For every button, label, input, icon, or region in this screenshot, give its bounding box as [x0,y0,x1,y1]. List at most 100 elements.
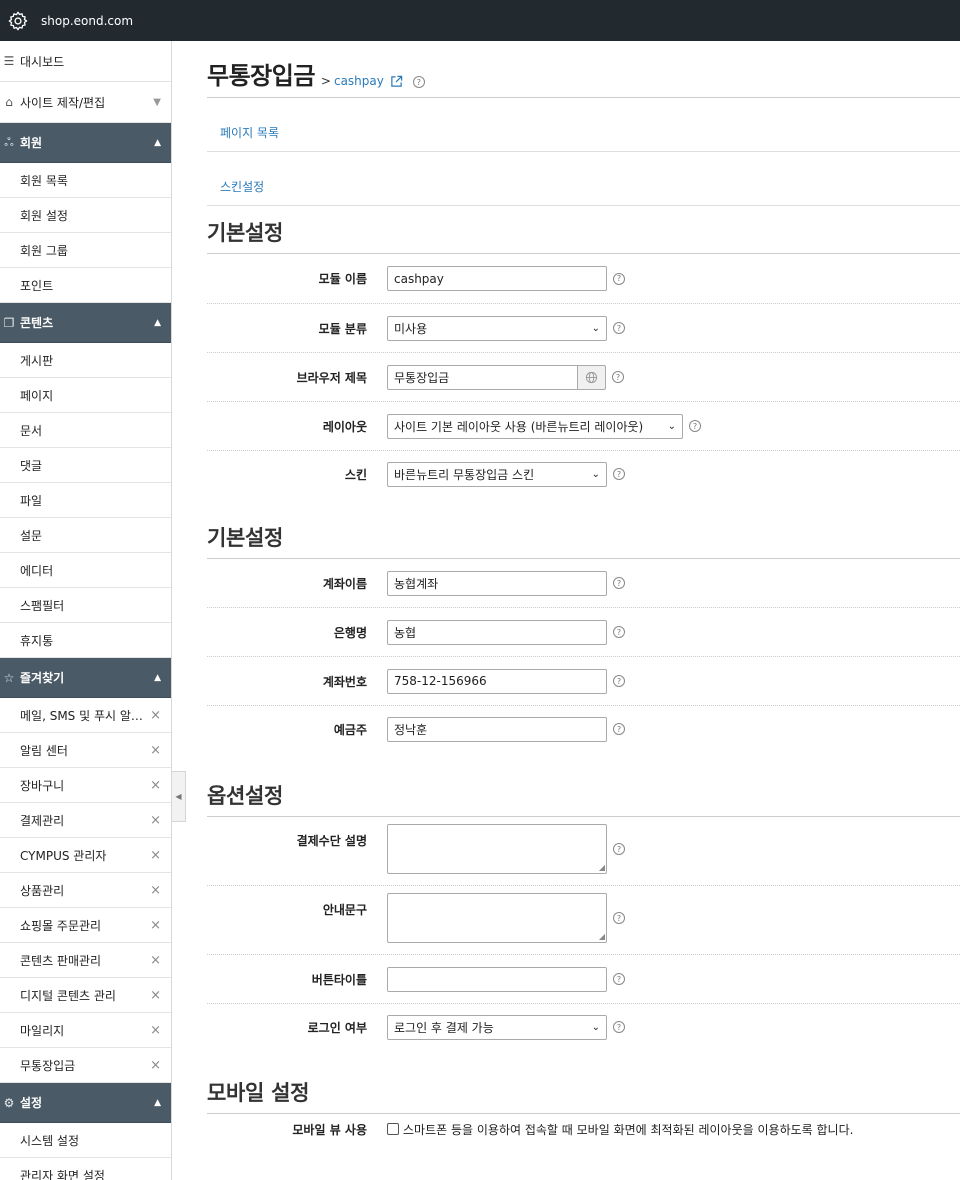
sidebar-item-system-settings[interactable]: 시스템 설정 [0,1123,171,1158]
chevron-down-icon: ⌄ [591,1021,600,1033]
sidebar-group-label: 설정 [20,1096,43,1110]
close-icon[interactable]: × [150,813,161,828]
close-icon[interactable]: × [150,1023,161,1038]
sidebar-item-site-edit[interactable]: ⌂ 사이트 제작/편집 ▼ [0,82,171,123]
page-list-link[interactable]: 페이지 목록 [220,124,279,141]
help-icon[interactable]: ? [613,723,625,735]
help-icon[interactable]: ? [689,420,701,432]
close-icon[interactable]: × [150,778,161,793]
account-name-input[interactable]: 농협계좌 [387,570,607,596]
sidebar-item-dashboard[interactable]: ☰ 대시보드 [0,41,171,82]
sidebar-item-orders[interactable]: 쇼핑몰 주문관리 × [0,908,171,943]
account-number-input[interactable]: 758-12-156966 [387,668,607,694]
sidebar-item-page[interactable]: 페이지 [0,378,171,413]
sidebar-group-label: 회원 [20,136,43,150]
guide-text-textarea[interactable]: ◢ [387,893,607,943]
close-icon[interactable]: × [150,848,161,863]
help-icon[interactable]: ? [613,626,625,638]
close-icon[interactable]: × [150,883,161,898]
sidebar-group-favorites[interactable]: ☆ 즐겨찾기 ▲ [0,658,171,698]
resize-grip-icon[interactable]: ◢ [599,863,605,872]
close-icon[interactable]: × [150,953,161,968]
help-icon[interactable]: ? [613,675,625,687]
sidebar: ☰ 대시보드 ⌂ 사이트 제작/편집 ▼ ஃ 회원 ▲ 회원 목록 회원 설정 … [0,41,172,1180]
form-row-layout: 레이아웃 사이트 기본 레이아웃 사용 (바른뉴트리 레이아웃) ⌄ ? [207,402,960,451]
help-icon[interactable]: ? [613,973,625,985]
field-label: 버튼타이틀 [311,972,367,987]
sidebar-item-payment[interactable]: 결제관리 × [0,803,171,838]
help-icon[interactable]: ? [613,468,625,480]
sidebar-item-label: 게시판 [20,353,54,368]
mobile-view-checkbox[interactable] [387,1123,399,1135]
close-icon[interactable]: × [150,988,161,1003]
sidebar-item-member-settings[interactable]: 회원 설정 [0,198,171,233]
account-holder-input[interactable]: 정낙훈 [387,716,607,742]
sidebar-item-member-list[interactable]: 회원 목록 [0,163,171,198]
sidebar-item-cashpay[interactable]: 무통장입금 × [0,1048,171,1083]
gear-icon: ⚙ [3,1095,15,1110]
skin-settings-link[interactable]: 스킨설정 [220,178,264,195]
sidebar-item-trash[interactable]: 휴지통 [0,623,171,658]
field-label: 브라우저 제목 [296,370,367,385]
close-icon[interactable]: × [150,743,161,758]
help-icon[interactable]: ? [613,843,625,855]
sidebar-item-editor[interactable]: 에디터 [0,553,171,588]
help-icon[interactable]: ? [412,76,425,88]
sidebar-group-members[interactable]: ஃ 회원 ▲ [0,123,171,163]
field-label: 스킨 [344,467,367,482]
sidebar-item-cart[interactable]: 장바구니 × [0,768,171,803]
sidebar-item-member-group[interactable]: 회원 그룹 [0,233,171,268]
sidebar-item-board[interactable]: 게시판 [0,343,171,378]
close-icon[interactable]: × [150,1058,161,1073]
sidebar-item-label: 사이트 제작/편집 [20,95,106,110]
copy-icon: ❐ [3,315,15,330]
sidebar-item-admin-settings[interactable]: 관리자 화면 설정 [0,1158,171,1180]
button-title-input[interactable] [387,966,607,992]
sidebar-item-mileage[interactable]: 마일리지 × [0,1013,171,1048]
sidebar-item-spamfilter[interactable]: 스팸필터 [0,588,171,623]
sidebar-item-notification[interactable]: 메일, SMS 및 푸시 알림 관리 × [0,698,171,733]
sidebar-item-cympus[interactable]: CYMPUS 관리자 × [0,838,171,873]
help-icon[interactable]: ? [613,322,625,334]
sidebar-item-digital-content[interactable]: 디지털 콘텐츠 관리 × [0,978,171,1013]
form-row-mobile-view: 모바일 뷰 사용 스마트폰 등을 이용하여 접속할 때 모바일 화면에 최적화된… [207,1114,960,1144]
module-category-select[interactable]: 미사용 ⌄ [387,315,607,341]
sidebar-item-file[interactable]: 파일 [0,483,171,518]
gear-icon[interactable] [7,10,29,32]
field-label: 안내문구 [322,903,367,917]
language-button[interactable] [578,364,606,390]
sidebar-group-contents[interactable]: ❐ 콘텐츠 ▲ [0,303,171,343]
payment-description-textarea[interactable]: ◢ [387,824,607,874]
help-icon[interactable]: ? [613,1021,625,1033]
sidebar-item-point[interactable]: 포인트 [0,268,171,303]
sidebar-collapse-button[interactable]: ◀ [172,771,186,822]
help-icon[interactable]: ? [612,371,624,383]
external-link-icon[interactable] [390,75,403,88]
close-icon[interactable]: × [150,918,161,933]
sidebar-item-content-sales[interactable]: 콘텐츠 판매관리 × [0,943,171,978]
bank-name-input[interactable]: 농협 [387,619,607,645]
close-icon[interactable]: × [150,708,161,723]
resize-grip-icon[interactable]: ◢ [599,932,605,941]
globe-icon [585,371,598,383]
form-row-module-category: 모듈 분류 미사용 ⌄ ? [207,304,960,353]
field-label: 레이아웃 [322,419,367,434]
sidebar-item-comment[interactable]: 댓글 [0,448,171,483]
module-name-input[interactable]: cashpay [387,266,607,291]
login-required-select[interactable]: 로그인 후 결제 가능 ⌄ [387,1014,607,1040]
help-icon[interactable]: ? [613,912,625,924]
sidebar-group-settings[interactable]: ⚙ 설정 ▲ [0,1083,171,1123]
help-icon[interactable]: ? [613,577,625,589]
sidebar-item-products[interactable]: 상품관리 × [0,873,171,908]
breadcrumb-link[interactable]: cashpay [334,74,384,88]
skin-select[interactable]: 바른뉴트리 무통장입금 스킨 ⌄ [387,461,607,487]
sidebar-item-document[interactable]: 문서 [0,413,171,448]
sidebar-item-alert-center[interactable]: 알림 센터 × [0,733,171,768]
sidebar-item-label: 설문 [20,528,43,543]
help-icon[interactable]: ? [613,272,625,285]
site-domain[interactable]: shop.eond.com [41,14,133,28]
layout-select[interactable]: 사이트 기본 레이아웃 사용 (바른뉴트리 레이아웃) ⌄ [387,413,683,439]
browser-title-input[interactable]: 무통장입금 [387,364,578,390]
chevron-down-icon: ⌄ [591,468,600,480]
sidebar-item-poll[interactable]: 설문 [0,518,171,553]
